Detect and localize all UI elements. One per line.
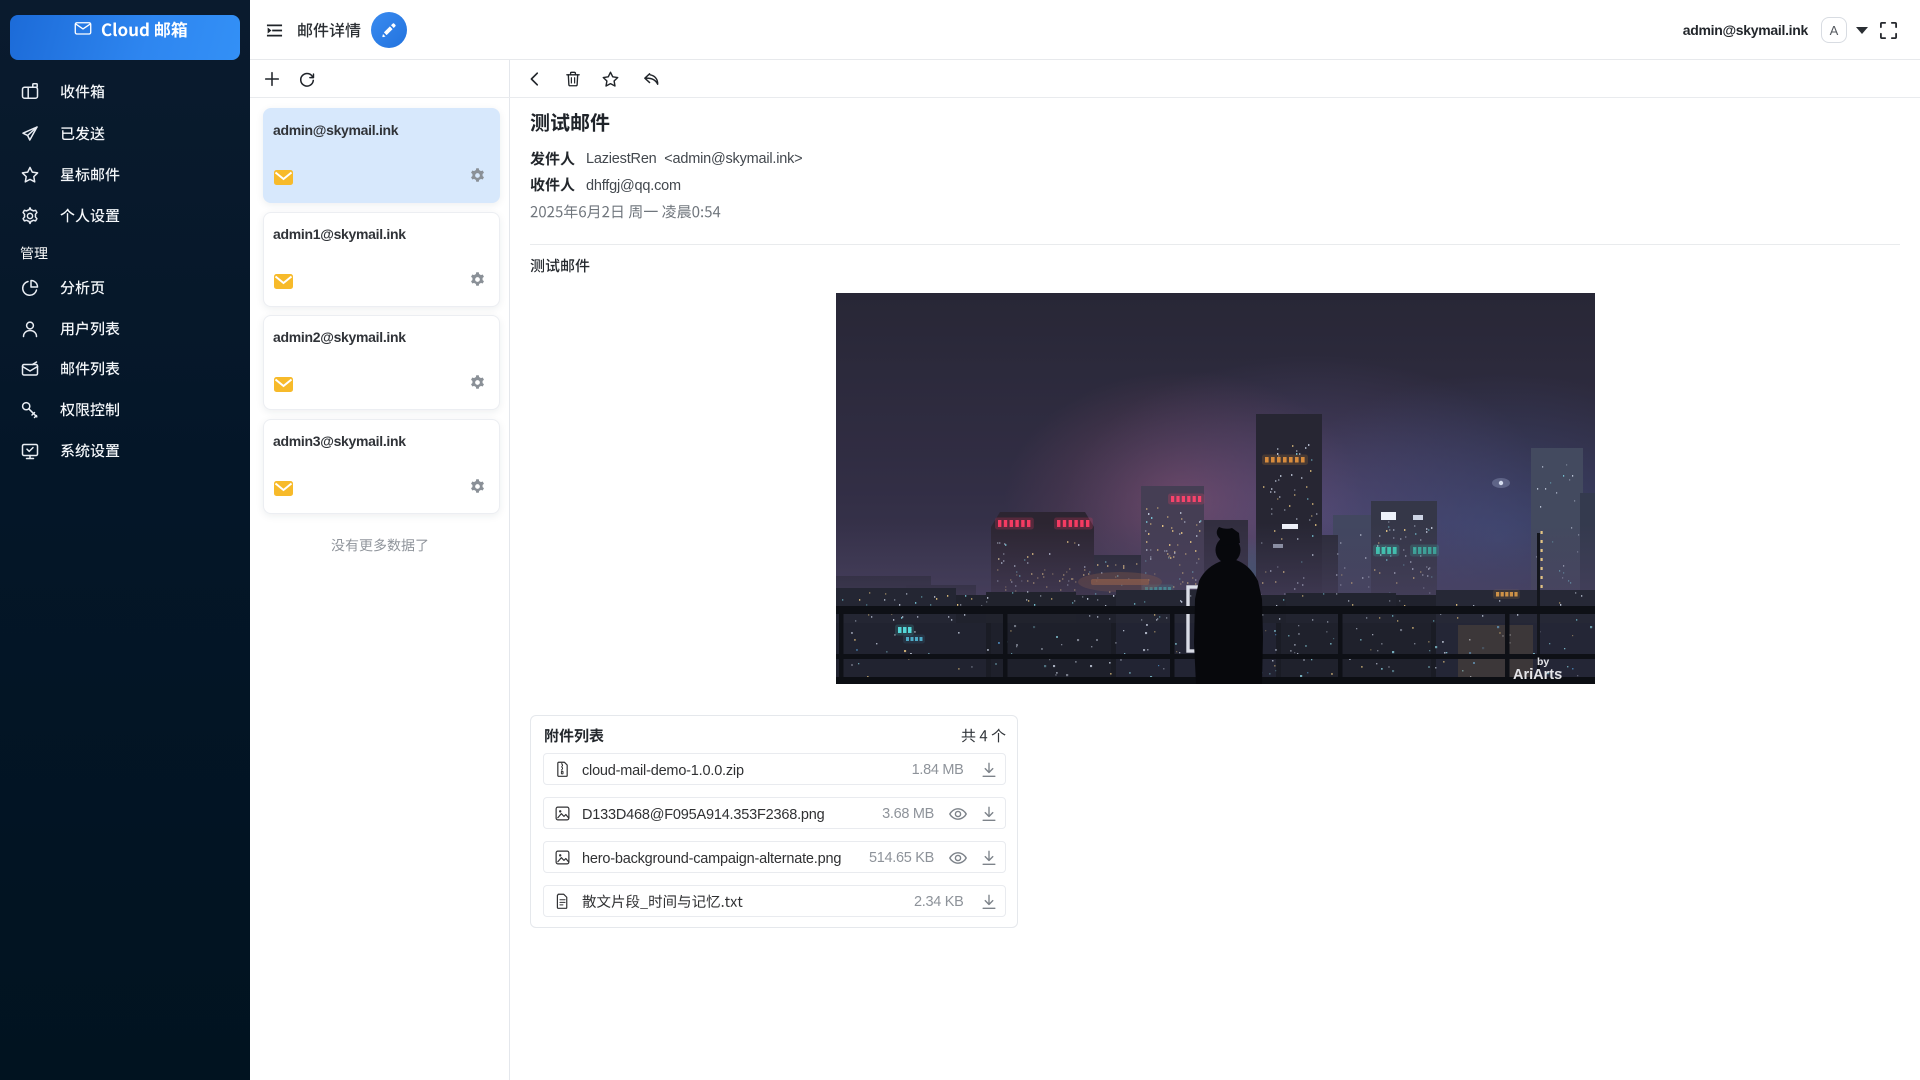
svg-text:AriArts: AriArts	[1513, 667, 1562, 683]
